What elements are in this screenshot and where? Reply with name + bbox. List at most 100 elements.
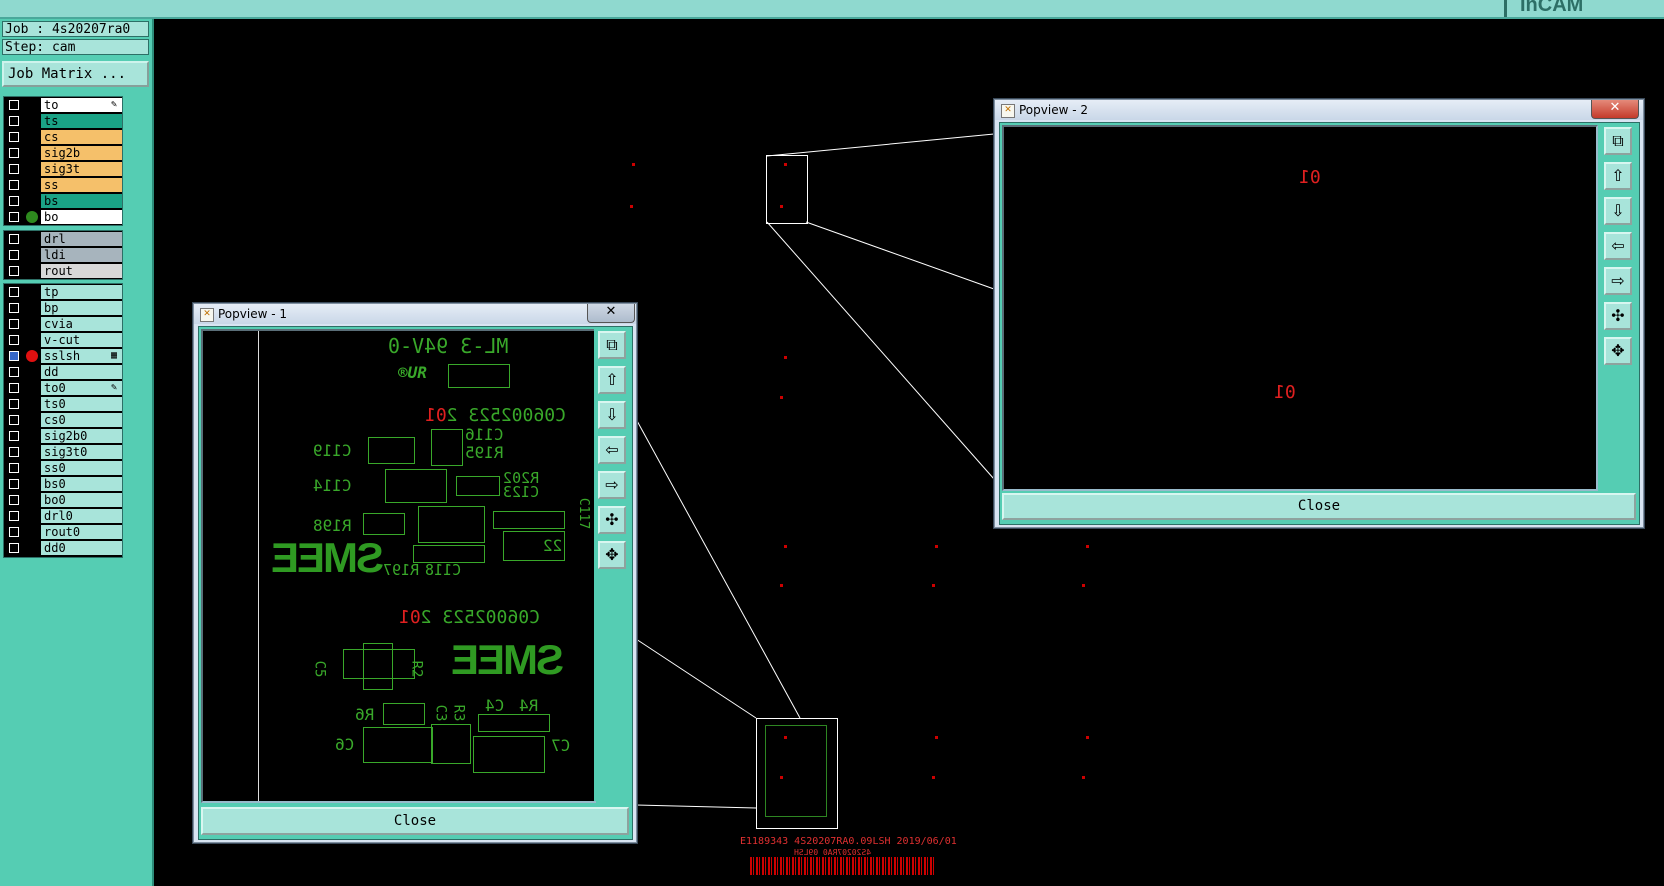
- layer-row-to[interactable]: to ✎: [4, 97, 122, 113]
- layer-name[interactable]: sig3t: [41, 162, 122, 176]
- layer-name[interactable]: sig2b: [41, 146, 122, 160]
- layer-row-ts[interactable]: ts: [4, 113, 122, 129]
- layer-name[interactable]: cvia: [41, 317, 122, 331]
- layer-row-cs[interactable]: cs: [4, 129, 122, 145]
- active-layer-dot[interactable]: [26, 350, 38, 362]
- pan-down-icon[interactable]: ⇩: [598, 401, 626, 429]
- layer-name[interactable]: dd: [41, 365, 122, 379]
- layer-name[interactable]: v-cut: [41, 333, 122, 347]
- layer-checkbox[interactable]: [9, 212, 19, 222]
- layer-name[interactable]: cs0: [41, 413, 122, 427]
- layer-row-sig2b0[interactable]: sig2b0: [4, 428, 122, 444]
- layer-checkbox[interactable]: [9, 399, 19, 409]
- zoom-fit-icon[interactable]: ⧉: [1604, 127, 1632, 155]
- layer-name[interactable]: sslsh ▦: [41, 349, 122, 363]
- layer-row-drl0[interactable]: drl0: [4, 508, 122, 524]
- layer-checkbox[interactable]: [9, 266, 19, 276]
- layer-row-v-cut[interactable]: v-cut: [4, 332, 122, 348]
- pan-left-icon[interactable]: ⇦: [1604, 232, 1632, 260]
- layer-name[interactable]: bs0: [41, 477, 122, 491]
- active-layer-dot[interactable]: [26, 211, 38, 223]
- layer-checkbox[interactable]: [9, 367, 19, 377]
- zoom-in-icon[interactable]: ✣: [1604, 302, 1632, 330]
- layer-name[interactable]: rout0: [41, 525, 122, 539]
- layer-checkbox[interactable]: [9, 447, 19, 457]
- layer-checkbox[interactable]: [9, 250, 19, 260]
- layer-row-cs0[interactable]: cs0: [4, 412, 122, 428]
- popview-2-close-icon[interactable]: ✕: [1591, 100, 1639, 119]
- layer-row-bs[interactable]: bs: [4, 193, 122, 209]
- zoom-out-icon[interactable]: ✥: [598, 541, 626, 569]
- layer-row-ldi[interactable]: ldi: [4, 247, 122, 263]
- layer-checkbox[interactable]: [9, 543, 19, 553]
- layer-checkbox[interactable]: [9, 335, 19, 345]
- layer-name[interactable]: ss0: [41, 461, 122, 475]
- layer-row-rout0[interactable]: rout0: [4, 524, 122, 540]
- layer-row-dd0[interactable]: dd0: [4, 540, 122, 556]
- pan-right-icon[interactable]: ⇨: [1604, 267, 1632, 295]
- popview-2-viewport[interactable]: 01 01: [1002, 125, 1598, 491]
- layer-row-ts0[interactable]: ts0: [4, 396, 122, 412]
- pan-right-icon[interactable]: ⇨: [598, 471, 626, 499]
- layer-name[interactable]: bs: [41, 194, 122, 208]
- zoom-out-icon[interactable]: ✥: [1604, 337, 1632, 365]
- layer-checkbox[interactable]: [9, 351, 19, 361]
- layer-row-ss0[interactable]: ss0: [4, 460, 122, 476]
- layer-row-sslsh[interactable]: sslsh ▦: [4, 348, 122, 364]
- layer-name[interactable]: bp: [41, 301, 122, 315]
- popview-1-close-button[interactable]: Close: [201, 807, 629, 835]
- layer-checkbox[interactable]: [9, 196, 19, 206]
- layer-checkbox[interactable]: [9, 415, 19, 425]
- layer-name[interactable]: drl0: [41, 509, 122, 523]
- popview-1-close-icon[interactable]: ✕: [587, 304, 635, 323]
- layer-name[interactable]: ss: [41, 178, 122, 192]
- layer-checkbox[interactable]: [9, 148, 19, 158]
- layer-row-sig3t[interactable]: sig3t: [4, 161, 122, 177]
- layer-name[interactable]: rout: [41, 264, 122, 278]
- layer-row-rout[interactable]: rout: [4, 263, 122, 279]
- layer-checkbox[interactable]: [9, 527, 19, 537]
- layer-checkbox[interactable]: [9, 495, 19, 505]
- layer-checkbox[interactable]: [9, 164, 19, 174]
- popview-1-viewport[interactable]: ML-3 94V-0 ®UR C06002523 201 C119 C116 R…: [201, 329, 596, 803]
- pan-up-icon[interactable]: ⇧: [1604, 162, 1632, 190]
- layer-checkbox[interactable]: [9, 180, 19, 190]
- layer-checkbox[interactable]: [9, 383, 19, 393]
- layer-name[interactable]: dd0: [41, 541, 122, 555]
- pan-down-icon[interactable]: ⇩: [1604, 197, 1632, 225]
- layer-checkbox[interactable]: [9, 132, 19, 142]
- layer-name[interactable]: tp: [41, 285, 122, 299]
- layer-row-ss[interactable]: ss: [4, 177, 122, 193]
- layer-row-cvia[interactable]: cvia: [4, 316, 122, 332]
- layer-row-sig3t0[interactable]: sig3t0: [4, 444, 122, 460]
- layer-name[interactable]: ts: [41, 114, 122, 128]
- layer-name[interactable]: to ✎: [41, 98, 122, 112]
- layer-checkbox[interactable]: [9, 511, 19, 521]
- layer-name[interactable]: sig3t0: [41, 445, 122, 459]
- layer-checkbox[interactable]: [9, 479, 19, 489]
- layer-row-dd[interactable]: dd: [4, 364, 122, 380]
- layer-name[interactable]: ts0: [41, 397, 122, 411]
- pan-left-icon[interactable]: ⇦: [598, 436, 626, 464]
- layer-checkbox[interactable]: [9, 463, 19, 473]
- layer-name[interactable]: bo0: [41, 493, 122, 507]
- layer-checkbox[interactable]: [9, 431, 19, 441]
- layer-checkbox[interactable]: [9, 116, 19, 126]
- layer-name[interactable]: drl: [41, 232, 122, 246]
- layer-checkbox[interactable]: [9, 234, 19, 244]
- pan-up-icon[interactable]: ⇧: [598, 366, 626, 394]
- zoom-fit-icon[interactable]: ⧉: [598, 331, 626, 359]
- layer-checkbox[interactable]: [9, 287, 19, 297]
- zoom-in-icon[interactable]: ✣: [598, 506, 626, 534]
- layer-row-tp[interactable]: tp: [4, 284, 122, 300]
- layer-checkbox[interactable]: [9, 319, 19, 329]
- job-matrix-button[interactable]: Job Matrix ...: [2, 61, 149, 87]
- layer-row-bo[interactable]: bo: [4, 209, 122, 225]
- layer-checkbox[interactable]: [9, 100, 19, 110]
- layer-row-bo0[interactable]: bo0: [4, 492, 122, 508]
- layer-name[interactable]: sig2b0: [41, 429, 122, 443]
- popview-2-close-button[interactable]: Close: [1002, 493, 1636, 520]
- layer-row-drl[interactable]: drl: [4, 231, 122, 247]
- layer-checkbox[interactable]: [9, 303, 19, 313]
- layer-name[interactable]: ldi: [41, 248, 122, 262]
